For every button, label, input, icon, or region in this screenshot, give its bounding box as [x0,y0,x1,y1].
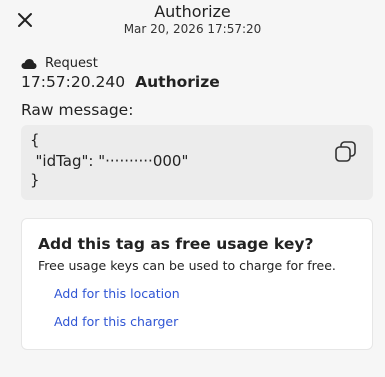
free-usage-description: Free usage keys can be used to charge fo… [38,258,336,273]
raw-message-label: Raw message: [21,101,134,119]
raw-message-line: { [30,131,40,149]
copy-icon [335,141,356,162]
header: Authorize Mar 20, 2026 17:57:20 [0,2,385,37]
direction-label: Request [45,56,98,71]
message-summary: 17:57:20.240 Authorize [21,73,220,91]
add-for-charger-link[interactable]: Add for this charger [54,314,178,329]
raw-message-box: { "idTag": "··········000" } [21,125,373,200]
cloud-icon [21,58,37,69]
raw-message-line: } [30,171,40,189]
message-detail-page: Authorize Mar 20, 2026 17:57:20 Request … [0,0,385,377]
message-timestamp: Mar 20, 2026 17:57:20 [123,22,262,36]
page-title: Authorize [154,2,231,21]
message-time: 17:57:20.240 [21,73,126,91]
add-for-location-link[interactable]: Add for this location [54,286,180,301]
direction-row: Request [21,56,98,71]
message-action: Authorize [135,73,220,91]
free-usage-title: Add this tag as free usage key? [38,235,314,253]
raw-message-line: "idTag": "··········000" [26,152,189,170]
copy-button[interactable] [333,139,359,165]
free-usage-card: Add this tag as free usage key? Free usa… [21,218,373,350]
